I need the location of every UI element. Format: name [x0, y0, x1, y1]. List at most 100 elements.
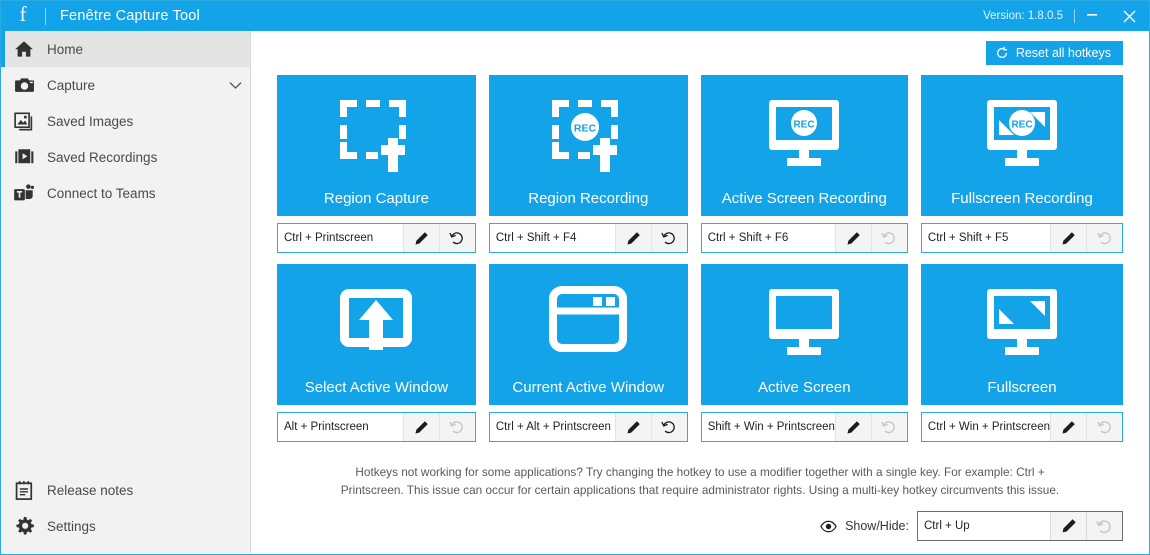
- select-window-icon: [277, 264, 476, 380]
- sidebar-item-capture[interactable]: Capture: [1, 67, 250, 103]
- pencil-icon[interactable]: [614, 413, 651, 441]
- sidebar-item-release-notes[interactable]: Release notes: [1, 472, 250, 508]
- svg-text:REC: REC: [794, 120, 815, 131]
- close-button[interactable]: [1109, 1, 1149, 31]
- hotkey-value: Ctrl + Shift + F6: [707, 232, 789, 244]
- sidebar-item-connect-to-teams[interactable]: Connect to Teams: [1, 175, 250, 211]
- sidebar-item-label: Saved Images: [47, 113, 134, 129]
- show-hide-label: Show/Hide:: [845, 519, 909, 533]
- version-label: Version: 1.8.0.5: [983, 10, 1063, 22]
- tile-active-screen-recording[interactable]: REC Active Screen Recording: [700, 75, 908, 216]
- eye-icon: [820, 520, 837, 533]
- pencil-icon[interactable]: [1050, 512, 1086, 540]
- capture-tiles-grid: Region Capture Ctrl + Printscreen REC Re…: [277, 75, 1123, 442]
- tile-cell: Fullscreen Ctrl + Win + Printscreen: [920, 264, 1123, 442]
- sidebar-item-label: Capture: [47, 77, 96, 93]
- undo-icon: [870, 413, 907, 441]
- hotkey-field-active-screen-recording[interactable]: Ctrl + Shift + F6: [700, 223, 908, 253]
- pencil-icon[interactable]: [834, 413, 871, 441]
- hotkey-field-fullscreen-recording[interactable]: Ctrl + Shift + F5: [920, 223, 1123, 253]
- title-bar: f Fenêtre Capture Tool Version: 1.8.0.5: [1, 1, 1149, 31]
- fullscreen-icon: [921, 264, 1123, 380]
- sidebar-item-label: Home: [47, 41, 84, 57]
- pencil-icon[interactable]: [402, 224, 439, 252]
- title-bar-right: Version: 1.8.0.5: [983, 1, 1149, 31]
- hotkey-field-region-recording[interactable]: Ctrl + Shift + F4: [488, 223, 688, 253]
- tile-cell: REC Fullscreen Recording Ctrl + Shift + …: [920, 75, 1123, 253]
- app-window: f Fenêtre Capture Tool Version: 1.8.0.5: [0, 0, 1150, 555]
- tile-label: Select Active Window: [304, 379, 449, 396]
- svg-text:REC: REC: [574, 123, 597, 135]
- undo-icon: [870, 224, 907, 252]
- notepad-icon: [1, 480, 47, 501]
- tile-region-capture[interactable]: Region Capture: [277, 75, 476, 216]
- undo-icon: [1086, 512, 1122, 540]
- hotkey-value: Ctrl + Shift + F4: [495, 232, 577, 244]
- undo-icon[interactable]: [650, 413, 687, 441]
- pencil-icon[interactable]: [402, 413, 439, 441]
- tile-cell: REC Active Screen Recording Ctrl + Shift…: [700, 75, 908, 253]
- region-capture-icon: [277, 75, 476, 191]
- sidebar-item-saved-recordings[interactable]: Saved Recordings: [1, 139, 250, 175]
- tile-active-screen[interactable]: Active Screen: [700, 264, 908, 405]
- tile-label: Region Recording: [528, 190, 649, 207]
- app-logo-icon: f: [19, 2, 27, 26]
- help-text: Hotkeys not working for some application…: [340, 465, 1060, 498]
- hotkey-value: Ctrl + Shift + F5: [927, 232, 1009, 244]
- tile-current-active-window[interactable]: Current Active Window: [488, 264, 688, 405]
- home-icon: [1, 39, 47, 59]
- window-body: Home Capture Saved Images Saved Recordin…: [1, 31, 1149, 554]
- monitor-rec-icon: REC: [701, 75, 908, 191]
- tile-fullscreen-recording[interactable]: REC Fullscreen Recording: [920, 75, 1123, 216]
- pencil-icon[interactable]: [834, 224, 871, 252]
- tile-label: Active Screen: [758, 379, 851, 396]
- tile-cell: Region Capture Ctrl + Printscreen: [277, 75, 476, 253]
- hotkey-value: Alt + Printscreen: [284, 421, 369, 433]
- main-content: Reset all hotkeys Region Capture Ctrl + …: [251, 31, 1149, 554]
- gear-icon: [1, 516, 47, 537]
- tile-label: Fullscreen: [987, 379, 1057, 396]
- pencil-icon[interactable]: [614, 224, 651, 252]
- window-icon: [489, 264, 688, 380]
- undo-icon[interactable]: [650, 224, 687, 252]
- sidebar-secondary-nav: Release notes Settings: [1, 472, 250, 554]
- hotkey-field-current-active-window[interactable]: Ctrl + Alt + Printscreen: [488, 412, 688, 442]
- show-hide-hotkey-field[interactable]: Ctrl + Up: [917, 511, 1123, 541]
- images-icon: [1, 111, 47, 132]
- tile-label: Current Active Window: [512, 379, 665, 396]
- hotkey-field-region-capture[interactable]: Ctrl + Printscreen: [277, 223, 476, 253]
- reset-all-hotkeys-button[interactable]: Reset all hotkeys: [985, 41, 1123, 65]
- tile-label: Region Capture: [323, 190, 429, 207]
- chevron-down-icon[interactable]: [220, 81, 250, 90]
- undo-icon: [1086, 224, 1122, 252]
- hotkey-value: Ctrl + Up: [924, 520, 970, 532]
- tile-cell: Current Active Window Ctrl + Alt + Print…: [488, 264, 688, 442]
- content-toolbar: Reset all hotkeys: [277, 31, 1123, 75]
- pencil-icon[interactable]: [1050, 413, 1086, 441]
- minimize-button[interactable]: [1075, 1, 1109, 31]
- hotkey-field-select-active-window[interactable]: Alt + Printscreen: [277, 412, 476, 442]
- tile-fullscreen[interactable]: Fullscreen: [920, 264, 1123, 405]
- sidebar-item-settings[interactable]: Settings: [1, 508, 250, 544]
- sidebar-item-label: Saved Recordings: [47, 149, 158, 165]
- pencil-icon[interactable]: [1050, 224, 1086, 252]
- sidebar-primary-nav: Home Capture Saved Images Saved Recordin…: [1, 31, 250, 211]
- refresh-icon: [995, 46, 1009, 60]
- hotkey-value: Ctrl + Win + Printscreen: [927, 421, 1050, 433]
- fullscreen-rec-icon: REC: [921, 75, 1123, 191]
- tile-region-recording[interactable]: REC Region Recording: [488, 75, 688, 216]
- tile-label: Active Screen Recording: [721, 190, 887, 207]
- sidebar-item-label: Release notes: [47, 482, 134, 498]
- sidebar-item-home[interactable]: Home: [1, 31, 250, 67]
- show-hide-row: Show/Hide: Ctrl + Up: [277, 511, 1123, 541]
- sidebar: Home Capture Saved Images Saved Recordin…: [1, 31, 251, 554]
- sidebar-item-label: Connect to Teams: [47, 185, 156, 201]
- undo-icon[interactable]: [438, 224, 475, 252]
- monitor-icon: [701, 264, 908, 380]
- sidebar-item-saved-images[interactable]: Saved Images: [1, 103, 250, 139]
- undo-icon: [1086, 413, 1122, 441]
- tile-cell: Select Active Window Alt + Printscreen: [277, 264, 476, 442]
- tile-select-active-window[interactable]: Select Active Window: [277, 264, 476, 405]
- hotkey-field-fullscreen[interactable]: Ctrl + Win + Printscreen: [920, 412, 1123, 442]
- hotkey-field-active-screen[interactable]: Shift + Win + Printscreen: [700, 412, 908, 442]
